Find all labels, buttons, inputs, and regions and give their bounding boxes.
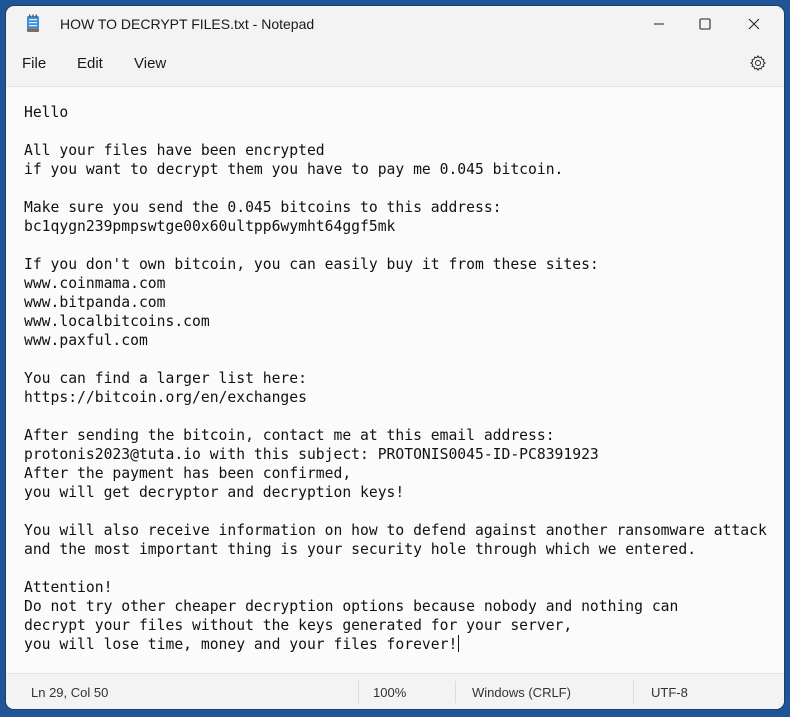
text-line: you will get decryptor and decryption ke… xyxy=(24,484,405,501)
status-divider xyxy=(633,681,634,703)
maximize-button[interactable] xyxy=(682,6,728,42)
text-line: Make sure you send the 0.045 bitcoins to… xyxy=(24,199,502,216)
text-line: and the most important thing is your sec… xyxy=(24,541,697,558)
text-line: Attention! xyxy=(24,579,113,596)
text-line: Do not try other cheaper decryption opti… xyxy=(24,598,679,615)
text-line: protonis2023@tuta.io with this subject: … xyxy=(24,446,599,463)
status-divider xyxy=(455,681,456,703)
menu-edit[interactable]: Edit xyxy=(75,55,105,72)
text-line xyxy=(24,179,784,198)
minimize-button[interactable] xyxy=(636,6,682,42)
window-title: HOW TO DECRYPT FILES.txt - Notepad xyxy=(60,16,315,32)
notepad-window: HOW TO DECRYPT FILES.txt - Notepad File … xyxy=(6,6,784,709)
editor-content[interactable]: Hello All your files have been encrypted i… xyxy=(24,103,784,654)
text-editor[interactable]: Hello All your files have been encrypted i… xyxy=(6,86,784,674)
line-ending[interactable]: Windows (CRLF) xyxy=(472,685,571,700)
text-line xyxy=(24,407,784,426)
text-line: if you want to decrypt them you have to … xyxy=(24,161,564,178)
menu-view[interactable]: View xyxy=(132,55,168,72)
text-line: https://bitcoin.org/en/exchanges xyxy=(24,389,307,406)
text-line: After the payment has been confirmed, xyxy=(24,465,352,482)
text-line: www.bitpanda.com xyxy=(24,294,166,311)
text-line xyxy=(24,559,784,578)
status-bar: Ln 29, Col 50 100% Windows (CRLF) UTF-8 xyxy=(6,674,784,709)
settings-button[interactable] xyxy=(745,53,771,77)
text-line: All your files have been encrypted xyxy=(24,142,325,159)
menu-bar: File Edit View xyxy=(6,45,784,86)
text-line: bc1qygn239pmpswtge00x60ultpp6wymht64ggf5… xyxy=(24,218,396,235)
text-line-content: you will lose time, money and your files… xyxy=(24,636,458,653)
text-line xyxy=(24,350,784,369)
text-line: After sending the bitcoin, contact me at… xyxy=(24,427,555,444)
status-divider xyxy=(358,681,359,703)
text-line: If you don't own bitcoin, you can easily… xyxy=(24,256,599,273)
text-line: www.coinmama.com xyxy=(24,275,166,292)
text-line xyxy=(24,502,784,521)
text-line xyxy=(24,236,784,255)
text-line: decrypt your files without the keys gene… xyxy=(24,617,573,634)
close-button[interactable] xyxy=(731,6,777,42)
text-line xyxy=(24,122,784,141)
notepad-icon xyxy=(26,14,40,33)
text-line: You can find a larger list here: xyxy=(24,370,307,387)
text-line: You will also receive information on how… xyxy=(24,522,767,539)
encoding[interactable]: UTF-8 xyxy=(651,685,688,700)
text-line: www.paxful.com xyxy=(24,332,148,349)
text-caret xyxy=(458,635,460,652)
title-bar[interactable]: HOW TO DECRYPT FILES.txt - Notepad xyxy=(6,6,784,45)
maximize-icon xyxy=(699,18,711,30)
zoom-level[interactable]: 100% xyxy=(373,685,406,700)
menu-file[interactable]: File xyxy=(20,55,48,72)
text-line-last: you will lose time, money and your files… xyxy=(24,635,784,654)
cursor-position[interactable]: Ln 29, Col 50 xyxy=(31,685,108,700)
text-line: www.localbitcoins.com xyxy=(24,313,210,330)
text-line: Hello xyxy=(24,104,69,121)
minimize-icon xyxy=(653,18,665,30)
close-icon xyxy=(748,18,760,30)
gear-icon xyxy=(749,54,767,77)
